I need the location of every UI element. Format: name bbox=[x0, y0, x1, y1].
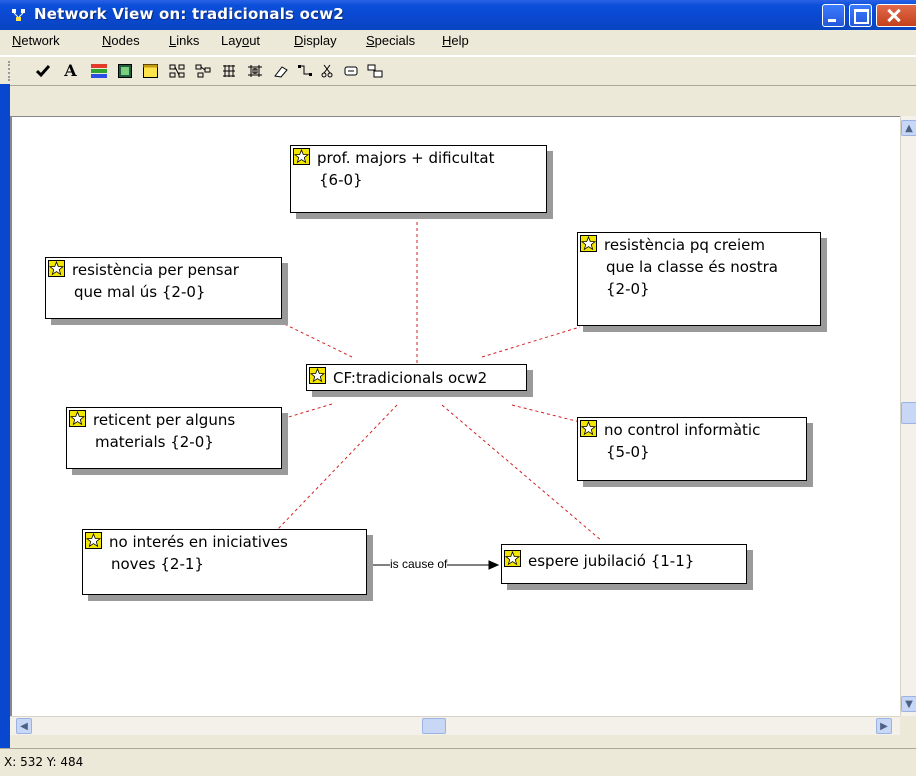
network-view-icon bbox=[12, 9, 25, 21]
node-label-line1: prof. majors + dificultat bbox=[317, 149, 495, 167]
scrollbar-corner bbox=[900, 716, 916, 734]
node-star-icon bbox=[580, 235, 597, 252]
menu-layout[interactable]: Layout bbox=[221, 33, 260, 48]
node-label-line1: espere jubilació {1-1} bbox=[528, 552, 695, 570]
cursor-coordinates: X: 532 Y: 484 bbox=[4, 755, 84, 769]
node-label-line2: que mal ús {2-0} bbox=[74, 283, 206, 301]
link-center-n2 bbox=[271, 317, 353, 358]
node-no-interes-iniciatives[interactable]: no interés en iniciatives noves {2-1} bbox=[82, 529, 367, 595]
layout-spring-icon[interactable] bbox=[220, 62, 237, 79]
node-label-line1: resistència pq creiem bbox=[604, 236, 765, 254]
layout-radial-icon[interactable] bbox=[246, 62, 263, 79]
node-label-line1: no interés en iniciatives bbox=[109, 533, 288, 551]
link-label-is-cause-of[interactable]: is cause of bbox=[390, 557, 448, 571]
menu-links[interactable]: Links bbox=[169, 33, 199, 48]
comment-icon[interactable] bbox=[342, 62, 359, 79]
link-icon[interactable] bbox=[296, 62, 313, 79]
scroll-up-icon[interactable]: ▲ bbox=[901, 120, 916, 136]
close-button[interactable] bbox=[876, 4, 916, 27]
node-label-line2: {6-0} bbox=[319, 171, 363, 189]
node-label-line1: resistència per pensar bbox=[72, 261, 239, 279]
link-center-n3 bbox=[481, 326, 581, 358]
image-icon[interactable] bbox=[116, 62, 133, 79]
font-icon[interactable]: A bbox=[62, 61, 79, 80]
menu-nodes[interactable]: Nodes bbox=[102, 33, 140, 48]
node-star-icon bbox=[293, 148, 310, 165]
node-prof-majors[interactable]: prof. majors + dificultat {6-0} bbox=[290, 145, 547, 213]
node-star-icon bbox=[48, 260, 65, 277]
center-node-label: CF:tradicionals ocw2 bbox=[333, 369, 488, 387]
horizontal-scrollbar[interactable]: ◀ ▶ bbox=[10, 716, 900, 735]
link-center-n4 bbox=[281, 403, 333, 420]
center-node[interactable]: CF:tradicionals ocw2 bbox=[306, 364, 527, 391]
menu-bar: Network Nodes Links Layout Display Speci… bbox=[0, 30, 916, 56]
arrange-icon[interactable] bbox=[366, 62, 383, 79]
scroll-left-icon[interactable]: ◀ bbox=[16, 718, 32, 734]
menu-network[interactable]: Network bbox=[12, 33, 60, 48]
arrow-head bbox=[488, 560, 500, 570]
node-star-icon bbox=[580, 420, 597, 437]
node-label-line2: {5-0} bbox=[606, 443, 650, 461]
window-frame-left bbox=[0, 84, 10, 748]
color-icon[interactable] bbox=[90, 62, 107, 79]
node-label-line3: {2-0} bbox=[606, 280, 650, 298]
network-canvas[interactable]: CF:tradicionals ocw2 prof. majors + difi… bbox=[10, 116, 902, 717]
node-star-icon bbox=[504, 550, 521, 567]
maximize-button[interactable] bbox=[849, 4, 872, 27]
node-star-icon bbox=[69, 410, 86, 427]
scroll-down-icon[interactable]: ▼ bbox=[901, 696, 916, 712]
layout-tree-icon[interactable] bbox=[168, 62, 185, 79]
node-resistencia-pensar[interactable]: resistència per pensar que mal ús {2-0} bbox=[45, 257, 282, 319]
menu-help[interactable]: Help bbox=[442, 33, 469, 48]
window-title: Network View on: tradicionals ocw2 bbox=[34, 5, 344, 23]
scroll-right-icon[interactable]: ▶ bbox=[876, 718, 892, 734]
window-icon[interactable] bbox=[142, 62, 159, 79]
node-star-icon bbox=[309, 367, 326, 384]
minimize-button[interactable] bbox=[822, 4, 845, 27]
node-label-line2: que la classe és nostra bbox=[606, 258, 778, 276]
node-espere-jubilacio[interactable]: espere jubilació {1-1} bbox=[501, 544, 747, 584]
menu-specials[interactable]: Specials bbox=[366, 33, 415, 48]
check-icon[interactable] bbox=[34, 62, 51, 79]
node-label-line2: noves {2-1} bbox=[111, 555, 204, 573]
node-no-control-informatic[interactable]: no control informàtic {5-0} bbox=[577, 417, 807, 481]
vertical-scroll-thumb[interactable] bbox=[901, 402, 916, 424]
node-label-line1: no control informàtic bbox=[604, 421, 761, 439]
toolbar-grip[interactable] bbox=[8, 61, 13, 81]
cut-icon[interactable] bbox=[318, 62, 335, 79]
node-label-line2: materials {2-0} bbox=[95, 433, 214, 451]
node-star-icon bbox=[85, 532, 102, 549]
title-bar: Network View on: tradicionals ocw2 bbox=[0, 0, 916, 30]
node-label-line1: reticent per alguns bbox=[93, 411, 236, 429]
toolbar: A bbox=[0, 56, 916, 86]
vertical-scrollbar[interactable]: ▲ ▼ bbox=[900, 116, 916, 716]
erase-icon[interactable] bbox=[272, 62, 289, 79]
node-resistencia-classe[interactable]: resistència pq creiem que la classe és n… bbox=[577, 232, 821, 326]
horizontal-scroll-thumb[interactable] bbox=[422, 718, 446, 734]
menu-display[interactable]: Display bbox=[294, 33, 337, 48]
node-reticent-materials[interactable]: reticent per alguns materials {2-0} bbox=[66, 407, 282, 469]
status-bar: X: 532 Y: 484 bbox=[0, 748, 916, 776]
link-center-n5 bbox=[511, 404, 581, 423]
layout-grid-icon[interactable] bbox=[194, 62, 211, 79]
link-center-n6 bbox=[276, 404, 398, 531]
